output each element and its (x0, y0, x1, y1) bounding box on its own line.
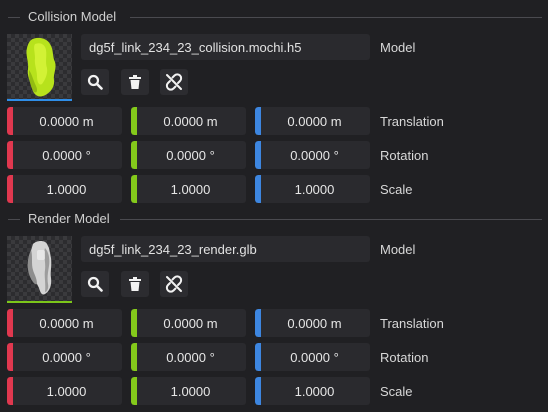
y-axis-indicator (131, 175, 137, 203)
rotation-x-input[interactable] (15, 141, 118, 169)
scale-row: Scale (0, 175, 548, 203)
scale-x-field[interactable] (7, 175, 122, 203)
z-axis-indicator (255, 377, 261, 405)
unlink-button[interactable] (160, 69, 188, 95)
trash-icon (129, 277, 141, 291)
translation-y-input[interactable] (139, 309, 242, 337)
rotation-z-input[interactable] (263, 343, 366, 371)
translation-z-input[interactable] (263, 309, 366, 337)
z-axis-indicator (255, 141, 261, 169)
scale-y-field[interactable] (131, 377, 246, 405)
rotation-row: Rotation (0, 141, 548, 169)
translation-z-field[interactable] (255, 309, 370, 337)
scale-z-input[interactable] (263, 377, 366, 405)
scale-y-input[interactable] (139, 377, 242, 405)
z-axis-indicator (255, 343, 261, 371)
collision-file-field[interactable] (81, 34, 370, 60)
translation-x-input[interactable] (15, 309, 118, 337)
z-axis-indicator (255, 309, 261, 337)
thumbnail-underline (7, 99, 72, 101)
z-axis-indicator (255, 175, 261, 203)
unlink-icon (165, 73, 183, 91)
render-file-field[interactable] (81, 236, 370, 262)
section-header: Collision Model (0, 8, 548, 28)
x-axis-indicator (7, 175, 13, 203)
rotation-x-field[interactable] (7, 343, 122, 371)
unlink-icon (165, 275, 183, 293)
scale-z-field[interactable] (255, 175, 370, 203)
scale-y-field[interactable] (131, 175, 246, 203)
y-axis-indicator (131, 107, 137, 135)
translation-y-field[interactable] (131, 107, 246, 135)
render-mesh-preview (27, 241, 52, 295)
translation-x-input[interactable] (15, 107, 118, 135)
row-label: Translation (380, 316, 444, 331)
rotation-y-field[interactable] (131, 141, 246, 169)
scale-y-input[interactable] (139, 175, 242, 203)
y-axis-indicator (131, 343, 137, 371)
collision-mesh-thumbnail[interactable] (7, 34, 72, 101)
translation-x-field[interactable] (7, 107, 122, 135)
x-axis-indicator (7, 309, 13, 337)
trash-icon (129, 75, 141, 89)
header-divider (130, 17, 542, 18)
row-label: Translation (380, 114, 444, 129)
model-label: Model (380, 242, 416, 257)
render-mesh-thumbnail[interactable] (7, 236, 72, 303)
model-path-input[interactable] (81, 236, 364, 262)
translation-row: Translation (0, 107, 548, 135)
model-label: Model (380, 40, 416, 55)
rotation-y-field[interactable] (131, 343, 246, 371)
y-axis-indicator (131, 377, 137, 405)
y-axis-indicator (131, 309, 137, 337)
z-axis-indicator (255, 107, 261, 135)
translation-y-field[interactable] (131, 309, 246, 337)
translation-z-field[interactable] (255, 107, 370, 135)
thumbnail-underline (7, 301, 72, 303)
search-button[interactable] (81, 69, 109, 95)
row-label: Scale (380, 182, 413, 197)
collision-mesh-preview (26, 37, 56, 97)
rotation-row: Rotation (0, 343, 548, 371)
header-divider (8, 219, 20, 220)
header-divider (120, 219, 542, 220)
scale-x-input[interactable] (15, 377, 118, 405)
search-icon (87, 74, 103, 90)
rotation-z-input[interactable] (263, 141, 366, 169)
x-axis-indicator (7, 141, 13, 169)
section-header: Render Model (0, 210, 548, 230)
translation-z-input[interactable] (263, 107, 366, 135)
x-axis-indicator (7, 107, 13, 135)
rotation-x-field[interactable] (7, 141, 122, 169)
search-icon (87, 276, 103, 292)
rotation-x-input[interactable] (15, 343, 118, 371)
y-axis-indicator (131, 141, 137, 169)
rotation-z-field[interactable] (255, 141, 370, 169)
scale-x-input[interactable] (15, 175, 118, 203)
scale-row: Scale (0, 377, 548, 405)
search-button[interactable] (81, 271, 109, 297)
translation-row: Translation (0, 309, 548, 337)
scale-z-input[interactable] (263, 175, 366, 203)
header-divider (8, 17, 20, 18)
x-axis-indicator (7, 377, 13, 405)
unlink-button[interactable] (160, 271, 188, 297)
rotation-z-field[interactable] (255, 343, 370, 371)
model-path-input[interactable] (81, 34, 364, 60)
translation-x-field[interactable] (7, 309, 122, 337)
rotation-y-input[interactable] (139, 343, 242, 371)
delete-button[interactable] (121, 69, 149, 95)
scale-z-field[interactable] (255, 377, 370, 405)
delete-button[interactable] (121, 271, 149, 297)
translation-y-input[interactable] (139, 107, 242, 135)
x-axis-indicator (7, 343, 13, 371)
rotation-y-input[interactable] (139, 141, 242, 169)
scale-x-field[interactable] (7, 377, 122, 405)
section-title: Collision Model (28, 9, 117, 24)
row-label: Rotation (380, 350, 429, 365)
section-title: Render Model (28, 211, 110, 226)
row-label: Scale (380, 384, 413, 399)
row-label: Rotation (380, 148, 429, 163)
